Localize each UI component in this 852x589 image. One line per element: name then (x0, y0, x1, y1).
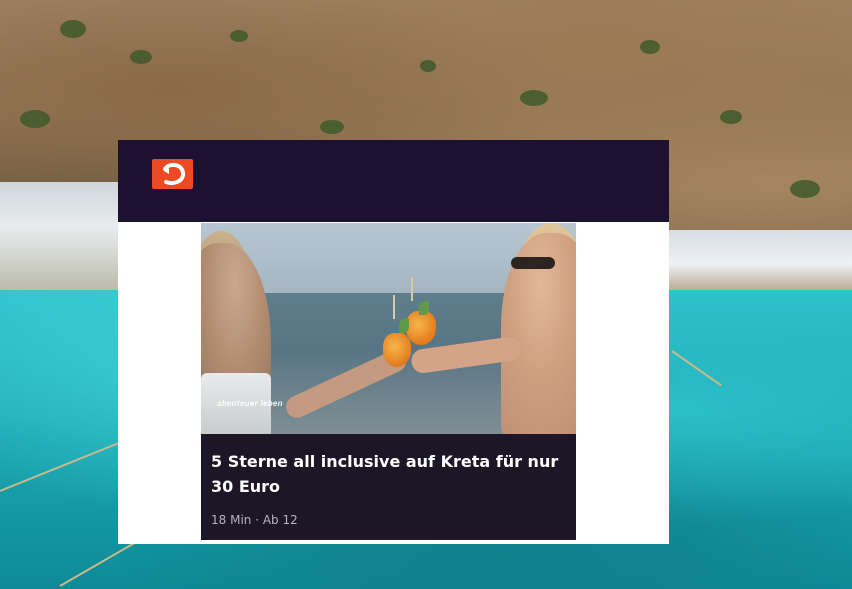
cocktail-glass (406, 311, 436, 345)
video-card[interactable]: abenteuer leben 5 Sterne all inclusive a… (201, 223, 576, 540)
bush (320, 120, 344, 134)
bush (720, 110, 742, 124)
modal-header (118, 140, 669, 222)
video-title[interactable]: 5 Sterne all inclusive auf Kreta für nur… (211, 449, 571, 499)
kabel-eins-logo-icon[interactable] (152, 159, 193, 189)
video-thumbnail[interactable]: abenteuer leben (201, 223, 576, 434)
sunglasses (511, 257, 555, 269)
video-meta: 18 Min · Ab 12 (211, 513, 298, 527)
bush (230, 30, 248, 42)
cocktail-glass (383, 333, 411, 367)
bush (520, 90, 548, 106)
bush (60, 20, 86, 38)
bush (640, 40, 660, 54)
bush (420, 60, 436, 72)
bush (130, 50, 152, 64)
village-right (668, 230, 852, 292)
mint-leaf (419, 301, 429, 315)
straw (393, 295, 395, 319)
bush (20, 110, 50, 128)
mint-leaf (399, 319, 409, 333)
channel-watermark: abenteuer leben (217, 399, 283, 408)
bush (790, 180, 820, 198)
straw (411, 277, 413, 301)
village-left (0, 182, 120, 294)
video-modal: abenteuer leben 5 Sterne all inclusive a… (118, 140, 669, 544)
